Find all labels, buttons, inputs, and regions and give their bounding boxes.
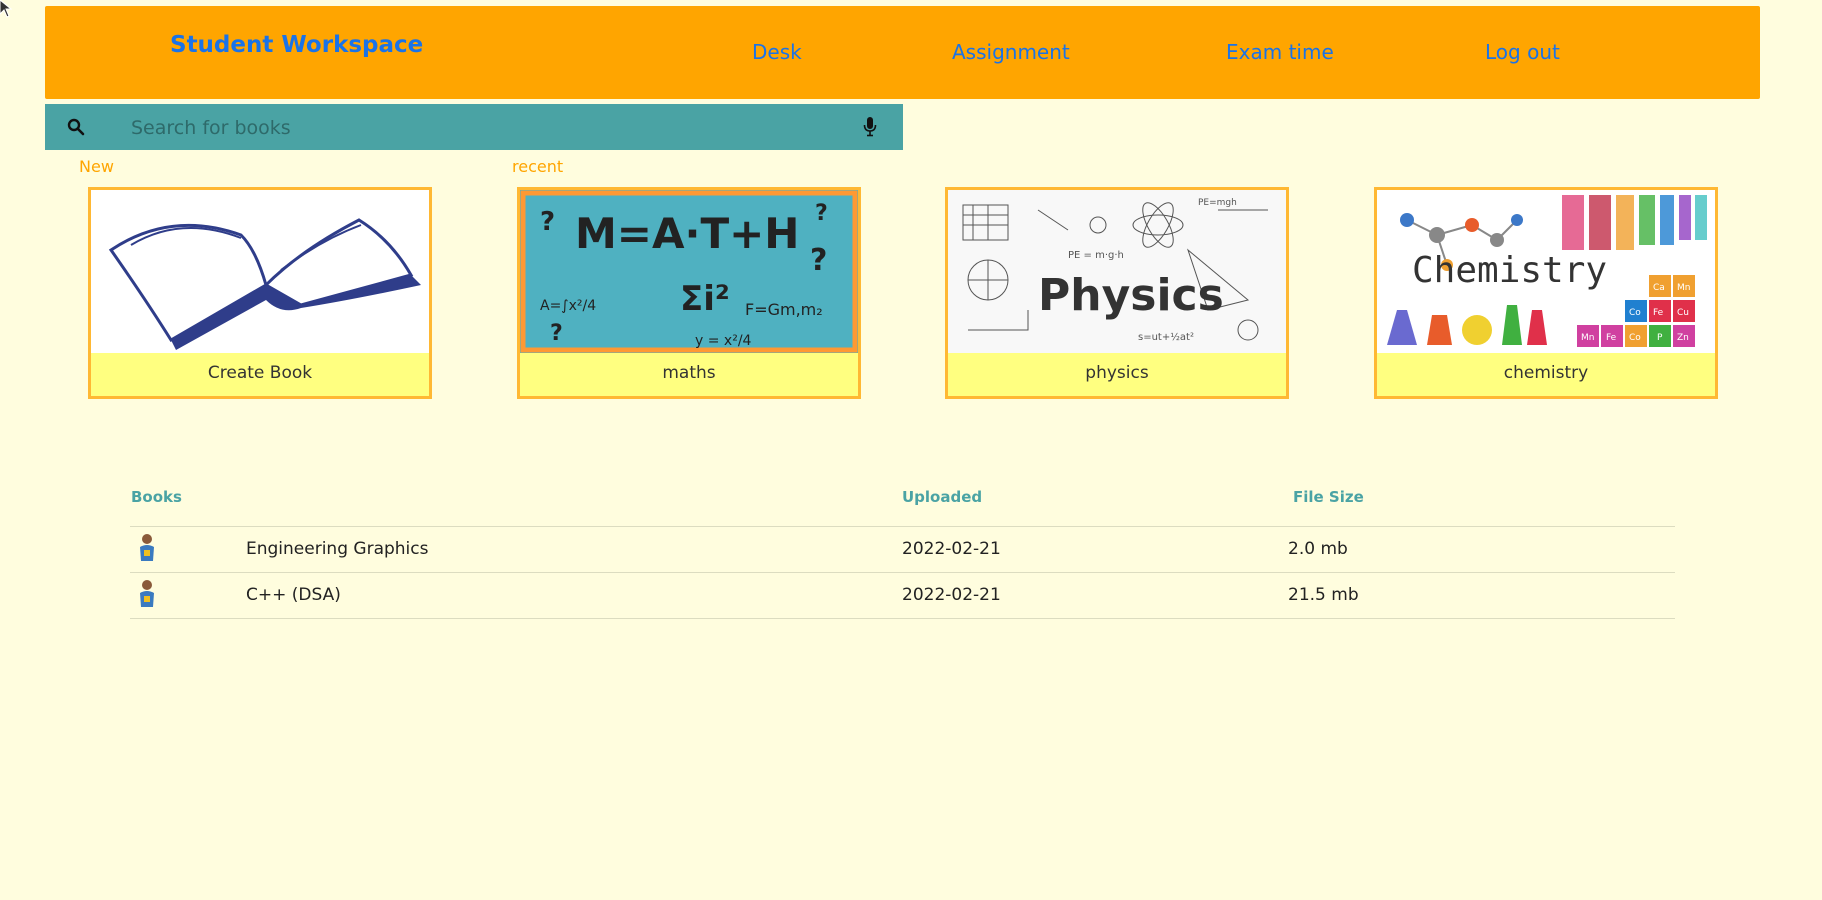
svg-text:Fe: Fe <box>1653 308 1664 318</box>
create-book-card[interactable]: Create Book <box>88 187 432 399</box>
svg-text:?: ? <box>550 321 563 346</box>
math-formulas-image: M=A·T+H ? ? ? Σi² F=Gm,m₂ A=∫x²/4 y = x²… <box>520 190 858 353</box>
book-name: Engineering Graphics <box>246 539 429 559</box>
nav-assignment[interactable]: Assignment <box>952 40 1070 64</box>
book-uploaded: 2022-02-21 <box>902 585 1001 605</box>
brand-title[interactable]: Student Workspace <box>170 32 423 58</box>
maths-card[interactable]: M=A·T+H ? ? ? Σi² F=Gm,m₂ A=∫x²/4 y = x²… <box>517 187 861 399</box>
open-book-illustration <box>91 190 429 353</box>
svg-text:PE = m·g·h: PE = m·g·h <box>1068 250 1124 261</box>
book-size: 21.5 mb <box>1288 585 1359 605</box>
svg-text:Physics: Physics <box>1038 270 1224 321</box>
card-caption: chemistry <box>1377 353 1715 396</box>
top-header: Student Workspace Desk Assignment Exam t… <box>45 6 1760 99</box>
card-caption: Create Book <box>91 353 429 396</box>
card-caption: physics <box>948 353 1286 396</box>
svg-text:Co: Co <box>1629 308 1641 318</box>
mouse-cursor-icon <box>0 0 12 18</box>
search-icon[interactable] <box>67 118 85 136</box>
book-avatar-icon <box>140 534 154 561</box>
header-books[interactable]: Books <box>131 488 182 506</box>
search-bar <box>45 104 903 150</box>
header-file-size[interactable]: File Size <box>1293 488 1364 506</box>
svg-text:Fe: Fe <box>1606 333 1617 343</box>
chemistry-lab-image: Chemistry Mn Fe Co P Zn Co Fe Cu Mn Ca <box>1377 190 1715 353</box>
svg-text:Mn: Mn <box>1677 283 1690 293</box>
new-section-label: New <box>79 157 114 176</box>
book-avatar-icon <box>140 580 154 607</box>
recent-section-label: recent <box>512 157 564 176</box>
svg-text:Chemistry: Chemistry <box>1412 250 1607 291</box>
search-input[interactable] <box>129 110 893 146</box>
svg-text:y = x²/4: y = x²/4 <box>695 333 752 349</box>
nav-log-out[interactable]: Log out <box>1485 40 1560 64</box>
book-uploaded: 2022-02-21 <box>902 539 1001 559</box>
microphone-icon[interactable] <box>863 117 877 137</box>
physics-sketch-image: Physics PE = m·g·h PE=mgh s=ut+½at² <box>948 190 1286 353</box>
svg-text:F=Gm,m₂: F=Gm,m₂ <box>745 300 823 319</box>
card-caption: maths <box>520 353 858 396</box>
svg-text:M=A·T+H: M=A·T+H <box>575 209 799 258</box>
svg-text:Zn: Zn <box>1677 333 1689 343</box>
svg-text:Ca: Ca <box>1653 283 1665 293</box>
book-size: 2.0 mb <box>1288 539 1348 559</box>
chemistry-card[interactable]: Chemistry Mn Fe Co P Zn Co Fe Cu Mn Ca c… <box>1374 187 1718 399</box>
table-bottom-divider <box>130 618 1675 619</box>
book-name: C++ (DSA) <box>246 585 341 605</box>
table-row[interactable]: C++ (DSA) 2022-02-21 21.5 mb <box>130 572 1675 618</box>
svg-text:Cu: Cu <box>1677 308 1689 318</box>
svg-text:PE=mgh: PE=mgh <box>1198 198 1237 208</box>
svg-text:A=∫x²/4: A=∫x²/4 <box>540 298 596 314</box>
svg-text:?: ? <box>540 207 555 237</box>
nav-exam-time[interactable]: Exam time <box>1226 40 1334 64</box>
svg-text:P: P <box>1657 333 1663 343</box>
nav-desk[interactable]: Desk <box>752 40 802 64</box>
header-uploaded[interactable]: Uploaded <box>902 488 982 506</box>
svg-text:Co: Co <box>1629 333 1641 343</box>
physics-card[interactable]: Physics PE = m·g·h PE=mgh s=ut+½at² phys… <box>945 187 1289 399</box>
svg-text:?: ? <box>810 243 827 278</box>
svg-text:?: ? <box>815 201 828 226</box>
svg-text:Mn: Mn <box>1581 333 1594 343</box>
svg-text:Σi²: Σi² <box>680 279 730 319</box>
svg-text:s=ut+½at²: s=ut+½at² <box>1138 331 1194 343</box>
table-row[interactable]: Engineering Graphics 2022-02-21 2.0 mb <box>130 526 1675 572</box>
